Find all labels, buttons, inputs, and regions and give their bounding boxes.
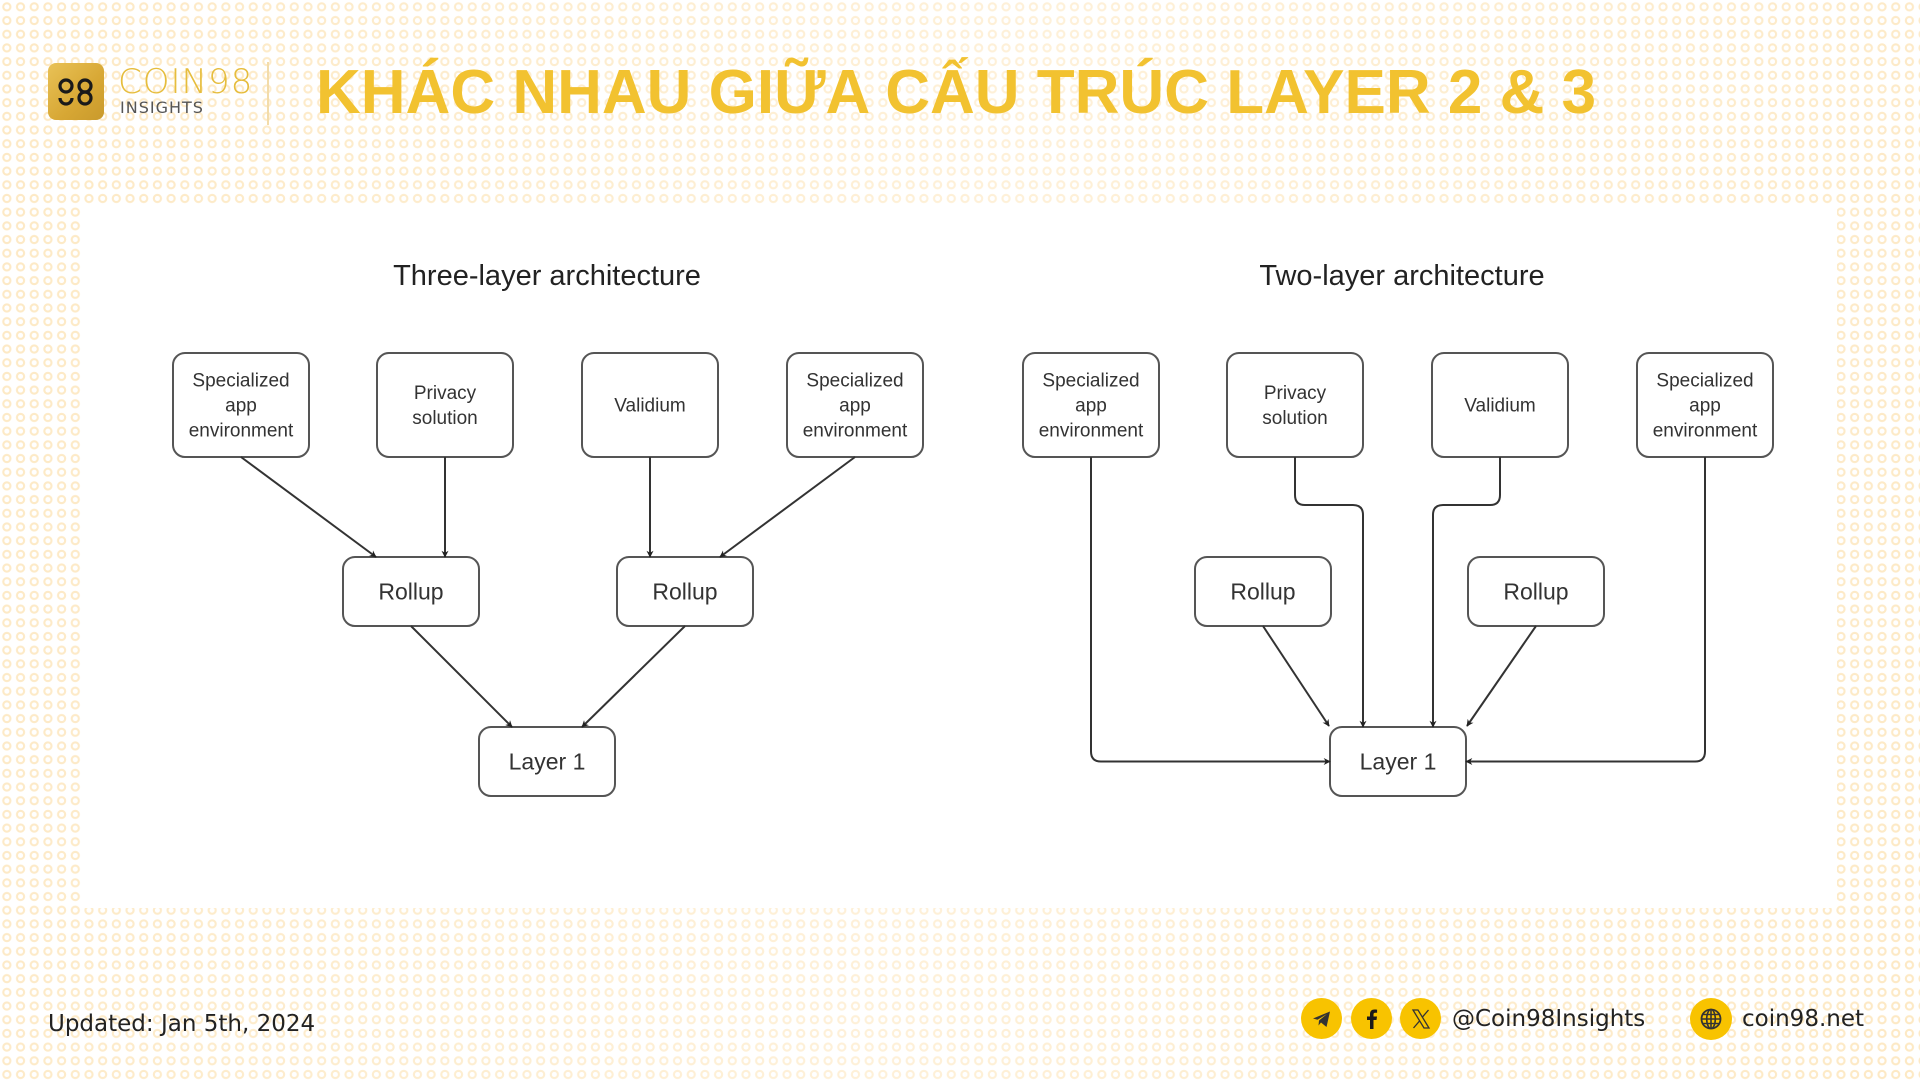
top-node-label: app [1075, 396, 1107, 417]
telegram-link[interactable] [1301, 998, 1342, 1039]
top-node: Specialized app environment [1636, 352, 1774, 458]
top-node: Privacy solution [1226, 352, 1364, 458]
edge-arrow [410, 625, 513, 728]
website-url[interactable]: coin98.net [1742, 1005, 1864, 1033]
top-node-label: app [1689, 396, 1721, 417]
architecture-diagrams: Three-layer architecture Specialized app en… [172, 260, 1774, 797]
top-node: Specialized app environment [786, 352, 924, 458]
edge-arrow [581, 625, 686, 728]
diagram-title: Two-layer architecture [1259, 260, 1544, 292]
rollup-node: Rollup [1467, 556, 1605, 627]
layer1-node: Layer 1 [1329, 726, 1467, 797]
rollup-node-label: Rollup [1503, 579, 1568, 605]
globe-icon [1700, 1008, 1722, 1030]
top-node-label: environment [1653, 421, 1758, 442]
top-node: Specialized app environment [1022, 352, 1160, 458]
top-node-label: Validium [614, 396, 685, 417]
top-node: Privacy solution [376, 352, 514, 458]
top-node-box [376, 352, 514, 458]
diagram-title: Three-layer architecture [393, 260, 701, 292]
social-handle[interactable]: @Coin98Insights [1452, 1005, 1645, 1033]
facebook-link[interactable] [1351, 998, 1392, 1039]
top-node-label: environment [803, 421, 908, 442]
top-node: Specialized app environment [172, 352, 310, 458]
facebook-icon [1366, 1009, 1377, 1029]
telegram-icon [1312, 1011, 1330, 1027]
x-link[interactable] [1400, 998, 1441, 1039]
rollup-node: Rollup [1194, 556, 1332, 627]
top-node: Validium [1431, 352, 1569, 458]
edge-arrow [1262, 625, 1330, 727]
rollup-node: Rollup [342, 556, 480, 627]
website-link[interactable] [1690, 998, 1732, 1040]
layer1-node-label: Layer 1 [1360, 749, 1437, 775]
rollup-node-label: Rollup [652, 579, 717, 605]
edge-arrow [719, 456, 856, 558]
top-node-label: Specialized [1042, 371, 1139, 392]
top-node-label: Privacy [1264, 383, 1327, 404]
top-node-label: Validium [1464, 396, 1535, 417]
top-node: Validium [581, 352, 719, 458]
layer1-node: Layer 1 [478, 726, 616, 797]
top-node-label: solution [412, 408, 478, 429]
top-node-label: Privacy [414, 383, 477, 404]
top-node-label: solution [1262, 408, 1328, 429]
rollup-node: Rollup [616, 556, 754, 627]
top-node-label: Specialized [806, 371, 903, 392]
top-node-label: environment [189, 421, 294, 442]
rollup-node-label: Rollup [378, 579, 443, 605]
edge-arrow [1466, 625, 1537, 727]
x-icon [1411, 1008, 1430, 1029]
top-node-label: app [839, 396, 871, 417]
rollup-node-label: Rollup [1230, 579, 1295, 605]
edge-arrow [240, 456, 377, 558]
top-node-label: Specialized [1656, 371, 1753, 392]
top-node-label: app [225, 396, 257, 417]
updated-date: Updated: Jan 5th, 2024 [48, 1011, 316, 1037]
top-node-label: Specialized [192, 371, 289, 392]
top-node-box [1226, 352, 1364, 458]
layer1-node-label: Layer 1 [509, 749, 586, 775]
top-node-label: environment [1039, 421, 1144, 442]
